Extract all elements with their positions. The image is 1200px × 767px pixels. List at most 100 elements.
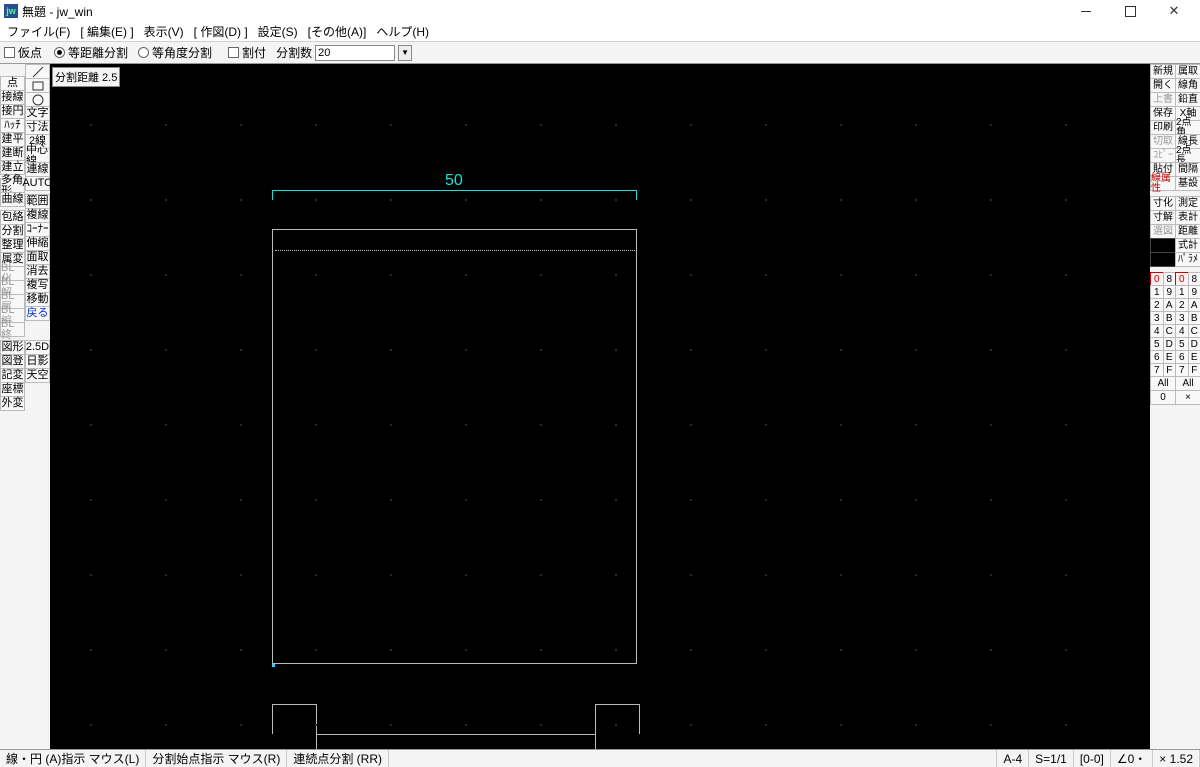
layer-6-1[interactable]: E xyxy=(1163,350,1177,364)
tool-b-25[interactable]: 図登 xyxy=(0,354,25,369)
rtool-5-0[interactable]: 切取 xyxy=(1150,134,1176,149)
bunkatsu-input[interactable] xyxy=(315,45,395,61)
layer-7-2[interactable]: 7 xyxy=(1175,363,1189,377)
tool-a-13[interactable]: 伸縮 xyxy=(25,236,50,251)
tool-a-24[interactable]: 2.5D xyxy=(25,340,50,355)
tool-b-5[interactable]: 接円 xyxy=(0,104,25,119)
layer-1-1[interactable]: 9 xyxy=(1163,285,1177,299)
tool-a-4[interactable]: 寸法 xyxy=(25,120,50,135)
layer-3-2[interactable]: 3 xyxy=(1175,311,1189,325)
tool-b-8[interactable]: 建断 xyxy=(0,146,25,161)
rtool-6-1[interactable]: 2点長 xyxy=(1175,148,1200,163)
status-layer[interactable]: [0-0] xyxy=(1074,750,1111,767)
layer-5-3[interactable]: D xyxy=(1188,337,1200,351)
layer-7-1[interactable]: F xyxy=(1163,363,1177,377)
tool-a-17[interactable]: 移動 xyxy=(25,292,50,307)
layer-4-0[interactable]: 4 xyxy=(1150,324,1164,338)
rtool-8-0[interactable]: 線属性 xyxy=(1150,176,1176,191)
layer-zero-0[interactable]: 0 xyxy=(1150,390,1176,405)
tool-a-14[interactable]: 面取 xyxy=(25,250,50,265)
layer-3-1[interactable]: B xyxy=(1163,311,1177,325)
rtool-11-1[interactable]: 表計 xyxy=(1175,210,1200,225)
tool-b-24[interactable]: 図形 xyxy=(0,340,25,355)
tool-a-8[interactable]: AUTO xyxy=(25,176,50,191)
tool-a-12[interactable]: ｺｰﾅｰ xyxy=(25,222,50,237)
layer-6-0[interactable]: 6 xyxy=(1150,350,1164,364)
rtool-7-1[interactable]: 間隔 xyxy=(1175,162,1200,177)
tool-b-7[interactable]: 建平 xyxy=(0,132,25,147)
rtool-1-1[interactable]: 線角 xyxy=(1175,78,1200,93)
tool-b-15[interactable]: 分割 xyxy=(0,224,25,239)
tool-a-25[interactable]: 日影 xyxy=(25,354,50,369)
layer-4-1[interactable]: C xyxy=(1163,324,1177,338)
rtool-8-1[interactable]: 基設 xyxy=(1175,176,1200,191)
rtool-12-0[interactable]: 選図 xyxy=(1150,224,1176,239)
layer-0-1[interactable]: 8 xyxy=(1163,272,1177,286)
tool-a-26[interactable]: 天空 xyxy=(25,368,50,383)
layer-6-3[interactable]: E xyxy=(1188,350,1200,364)
layer-1-3[interactable]: 9 xyxy=(1188,285,1200,299)
status-paper[interactable]: A-4 xyxy=(997,750,1029,767)
status-angle[interactable]: ∠0・ xyxy=(1111,750,1153,767)
menu-item-4[interactable]: 設定(S) xyxy=(253,21,303,42)
minimize-button[interactable] xyxy=(1064,0,1108,22)
bunkatsu-dropdown[interactable]: ▼ xyxy=(398,45,412,61)
rtool-6-0[interactable]: ｺﾋﾟｰ xyxy=(1150,148,1176,163)
layer-1-0[interactable]: 1 xyxy=(1150,285,1164,299)
status-scale[interactable]: S=1/1 xyxy=(1029,750,1074,767)
layer-2-0[interactable]: 2 xyxy=(1150,298,1164,312)
layer-all-0[interactable]: All xyxy=(1150,376,1176,391)
layer-3-0[interactable]: 3 xyxy=(1150,311,1164,325)
eq-dist-radio[interactable] xyxy=(54,47,65,58)
layer-5-0[interactable]: 5 xyxy=(1150,337,1164,351)
rtool-2-0[interactable]: 上書 xyxy=(1150,92,1176,107)
tool-a-10[interactable]: 範囲 xyxy=(25,194,50,209)
rtool-11-0[interactable]: 寸解 xyxy=(1150,210,1176,225)
layer-0-0[interactable]: 0 xyxy=(1150,272,1164,286)
tool-b-26[interactable]: 記変 xyxy=(0,368,25,383)
layer-4-2[interactable]: 4 xyxy=(1175,324,1189,338)
tool-b-4[interactable]: 接線 xyxy=(0,90,25,105)
tool-b-27[interactable]: 座標 xyxy=(0,382,25,397)
layer-7-3[interactable]: F xyxy=(1188,363,1200,377)
tool-a-3[interactable]: 文字 xyxy=(25,106,50,121)
layer-5-1[interactable]: D xyxy=(1163,337,1177,351)
layer-0-2[interactable]: 0 xyxy=(1175,272,1189,286)
tool-a-7[interactable]: 連線 xyxy=(25,162,50,177)
tool-b-14[interactable]: 包絡 xyxy=(0,210,25,225)
rtool-12-1[interactable]: 距離 xyxy=(1175,224,1200,239)
eq-ang-radio[interactable] xyxy=(138,47,149,58)
wari-checkbox[interactable] xyxy=(228,47,239,58)
rtool-13-1[interactable]: 式計 xyxy=(1175,238,1200,253)
rtool-0-1[interactable]: 属取 xyxy=(1175,64,1200,79)
layer-all-1[interactable]: All xyxy=(1175,376,1200,391)
close-button[interactable] xyxy=(1152,0,1196,22)
maximize-button[interactable] xyxy=(1108,0,1152,22)
menu-item-1[interactable]: [ 編集(E) ] xyxy=(75,21,138,42)
layer-1-2[interactable]: 1 xyxy=(1175,285,1189,299)
tool-a-16[interactable]: 複写 xyxy=(25,278,50,293)
drawing-canvas[interactable]: 分割距離 2.5 50 xyxy=(50,64,1150,749)
rtool-10-0[interactable]: 寸化 xyxy=(1150,196,1176,211)
tool-b-11[interactable]: 多角形 xyxy=(0,178,25,193)
status-zoom[interactable]: × 1.52 xyxy=(1153,750,1200,767)
rtool-3-0[interactable]: 保存 xyxy=(1150,106,1176,121)
rtool-10-1[interactable]: 測定 xyxy=(1175,196,1200,211)
menu-item-5[interactable]: [その他(A)] xyxy=(303,21,372,42)
rtool-4-1[interactable]: 2点角 xyxy=(1175,120,1200,135)
layer-2-1[interactable]: A xyxy=(1163,298,1177,312)
menu-item-2[interactable]: 表示(V) xyxy=(139,21,189,42)
tool-b-12[interactable]: 曲線 xyxy=(0,192,25,207)
rtool-14-1[interactable]: ﾊﾟﾗﾒ xyxy=(1175,252,1200,267)
menu-item-6[interactable]: ヘルプ(H) xyxy=(371,21,434,42)
tool-b-22[interactable]: BL終 xyxy=(0,322,25,337)
tool-a-1[interactable] xyxy=(25,78,50,93)
menu-item-3[interactable]: [ 作図(D) ] xyxy=(189,21,253,42)
tool-a-11[interactable]: 複線 xyxy=(25,208,50,223)
layer-6-2[interactable]: 6 xyxy=(1175,350,1189,364)
tool-b-28[interactable]: 外変 xyxy=(0,396,25,411)
layer-2-3[interactable]: A xyxy=(1188,298,1200,312)
tool-a-15[interactable]: 消去 xyxy=(25,264,50,279)
layer-zero-1[interactable]: × xyxy=(1175,390,1200,405)
layer-4-3[interactable]: C xyxy=(1188,324,1200,338)
